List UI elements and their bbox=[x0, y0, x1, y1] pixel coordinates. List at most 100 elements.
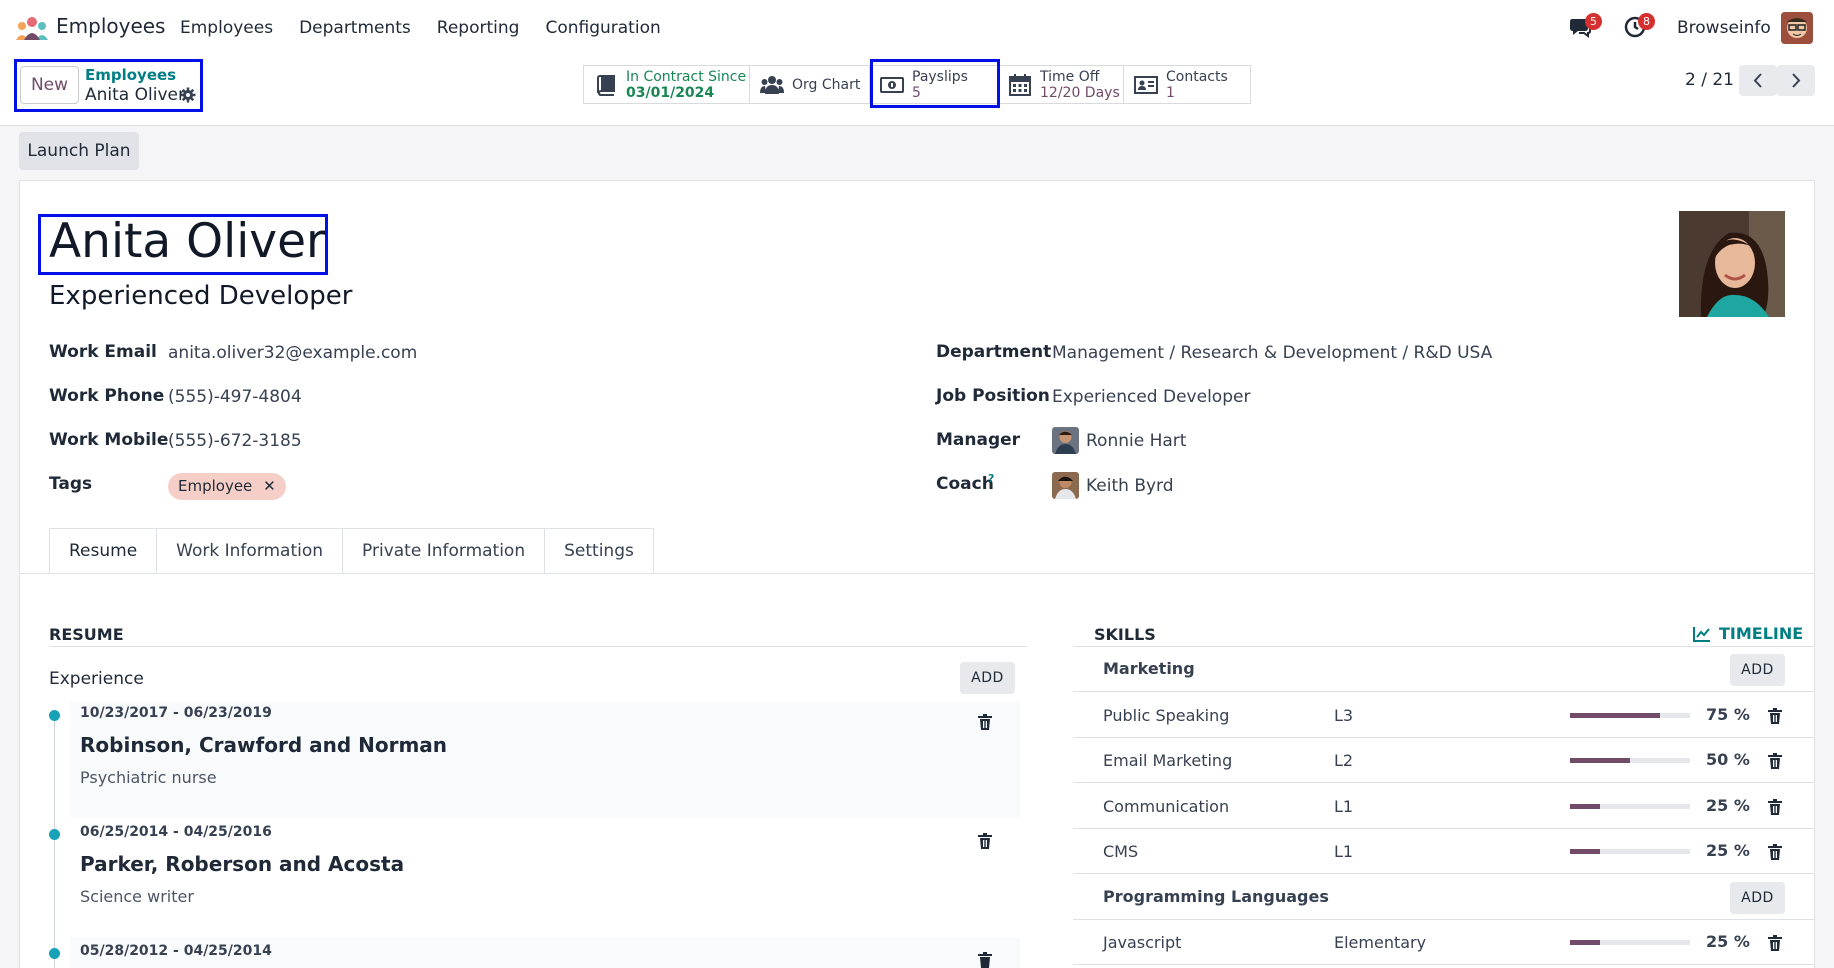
tab-work-information[interactable]: Work Information bbox=[156, 528, 344, 573]
top-navbar: Employees Employees Departments Reportin… bbox=[0, 0, 1834, 56]
resume-company: Robinson, Crawford and Norman bbox=[80, 733, 448, 757]
label-work-mobile: Work Mobile bbox=[49, 430, 169, 450]
company-switcher[interactable]: Browseinfo bbox=[1677, 18, 1771, 38]
skill-percent: 75 % bbox=[1706, 704, 1750, 724]
coach-help-icon[interactable]: ? bbox=[988, 472, 994, 485]
coach-avatar bbox=[1052, 472, 1079, 499]
skill-add-button[interactable]: ADD bbox=[1730, 654, 1785, 686]
skill-progress-bar bbox=[1570, 940, 1690, 945]
trash-icon[interactable] bbox=[978, 833, 992, 849]
work-phone-field[interactable]: (555)-497-4804 bbox=[168, 387, 302, 407]
department-field[interactable]: Management / Research & Development / R&… bbox=[1052, 343, 1492, 363]
pager-next-button[interactable] bbox=[1777, 65, 1815, 96]
tab-resume[interactable]: Resume bbox=[49, 528, 158, 573]
tab-settings[interactable]: Settings bbox=[544, 528, 654, 573]
breadcrumb-current: Anita Oliver bbox=[85, 85, 185, 105]
skill-group-name: Programming Languages bbox=[1103, 886, 1329, 906]
tab-private-information[interactable]: Private Information bbox=[342, 528, 546, 573]
work-email-field[interactable]: anita.oliver32@example.com bbox=[168, 343, 417, 363]
skills-title: SKILLS bbox=[1094, 625, 1156, 644]
time-off-button[interactable]: Time Off 12/20 Days bbox=[998, 66, 1124, 103]
skill-progress-fill bbox=[1570, 758, 1630, 763]
trash-icon[interactable] bbox=[978, 952, 992, 968]
skill-level: Elementary bbox=[1334, 933, 1427, 952]
skill-group-name: Marketing bbox=[1103, 659, 1195, 678]
gear-icon[interactable] bbox=[180, 87, 196, 103]
manager-field[interactable]: Ronnie Hart bbox=[1086, 431, 1186, 451]
skill-percent: 25 % bbox=[1706, 841, 1750, 860]
skill-level: L2 bbox=[1334, 751, 1354, 770]
user-avatar[interactable] bbox=[1781, 12, 1813, 44]
skill-progress-fill bbox=[1570, 849, 1600, 854]
timeline-button[interactable]: TIMELINE bbox=[1693, 624, 1803, 643]
skill-row[interactable] bbox=[1073, 829, 1815, 874]
trash-icon[interactable] bbox=[978, 714, 992, 730]
tabs-divider bbox=[19, 573, 1815, 574]
pager-value[interactable]: 2 / 21 bbox=[1685, 70, 1734, 90]
skill-percent: 25 % bbox=[1706, 795, 1750, 815]
coach-field[interactable]: Keith Byrd bbox=[1086, 476, 1174, 496]
trash-icon[interactable] bbox=[1768, 707, 1782, 724]
chat-badge: 5 bbox=[1585, 13, 1602, 30]
experience-label: Experience bbox=[49, 669, 144, 689]
timeline-dot bbox=[49, 829, 60, 840]
users-icon bbox=[760, 75, 784, 94]
label-department: Department bbox=[936, 342, 1052, 362]
job-title[interactable]: Experienced Developer bbox=[49, 281, 352, 311]
skill-name: Communication bbox=[1103, 796, 1230, 816]
label-manager: Manager bbox=[936, 430, 1021, 450]
skill-progress-fill bbox=[1570, 803, 1600, 809]
highlight-payslips bbox=[870, 59, 1000, 108]
trash-icon[interactable] bbox=[1768, 935, 1782, 951]
skill-name: CMS bbox=[1103, 842, 1139, 861]
app-logo-icon[interactable] bbox=[16, 16, 48, 40]
app-name[interactable]: Employees bbox=[56, 14, 165, 38]
label-tags: Tags bbox=[49, 474, 93, 494]
trash-icon[interactable] bbox=[1768, 753, 1782, 769]
menu-departments[interactable]: Departments bbox=[299, 18, 411, 38]
smart-value: 12/20 Days bbox=[1040, 84, 1120, 101]
resume-add-button[interactable]: ADD bbox=[960, 662, 1015, 694]
breadcrumb-parent[interactable]: Employees bbox=[85, 66, 176, 84]
timeline-line bbox=[54, 720, 55, 968]
skill-row[interactable] bbox=[1073, 920, 1815, 965]
form-tabs: Resume Work Information Private Informat… bbox=[49, 528, 654, 573]
skill-name: Email Marketing bbox=[1103, 751, 1233, 770]
employee-photo[interactable] bbox=[1679, 211, 1785, 317]
label-work-email: Work Email bbox=[49, 342, 157, 362]
skill-add-button[interactable]: ADD bbox=[1730, 881, 1785, 914]
resume-title: RESUME bbox=[49, 625, 124, 644]
smart-label: Contacts bbox=[1166, 68, 1228, 85]
resume-dates: 05/28/2012 - 04/25/2014 bbox=[80, 943, 272, 959]
skill-progress-bar bbox=[1570, 849, 1690, 854]
employee-name[interactable]: Anita Oliver bbox=[49, 214, 325, 269]
work-mobile-field[interactable]: (555)-672-3185 bbox=[168, 431, 302, 451]
trash-icon[interactable] bbox=[1768, 798, 1782, 815]
skill-progress-fill bbox=[1570, 712, 1660, 718]
menu-employees[interactable]: Employees bbox=[180, 18, 273, 38]
job-position-field[interactable]: Experienced Developer bbox=[1052, 387, 1250, 407]
resume-dates: 06/25/2014 - 04/25/2016 bbox=[80, 824, 272, 840]
smart-label: Org Chart bbox=[792, 76, 861, 93]
contacts-button[interactable]: Contacts 1 bbox=[1124, 66, 1250, 103]
pager-previous-button[interactable] bbox=[1739, 65, 1777, 96]
new-button[interactable]: New bbox=[20, 66, 79, 104]
tag-remove-icon[interactable]: ✕ bbox=[263, 477, 276, 495]
skill-level: L1 bbox=[1334, 796, 1354, 816]
tag-label: Employee bbox=[178, 477, 253, 495]
in-contract-since-button[interactable]: In Contract Since 03/01/2024 bbox=[584, 66, 750, 103]
tag-employee[interactable]: Employee ✕ bbox=[168, 473, 286, 500]
menu-configuration[interactable]: Configuration bbox=[545, 18, 660, 38]
activity-badge: 8 bbox=[1638, 13, 1655, 30]
address-card-icon bbox=[1134, 75, 1158, 94]
menu-reporting[interactable]: Reporting bbox=[437, 18, 520, 38]
launch-plan-button[interactable]: Launch Plan bbox=[19, 132, 139, 170]
timeline-label: TIMELINE bbox=[1719, 624, 1804, 643]
skill-level: L3 bbox=[1334, 705, 1354, 725]
skill-progress-fill bbox=[1570, 940, 1600, 945]
skill-progress-bar bbox=[1570, 712, 1690, 718]
smart-value: 1 bbox=[1166, 84, 1175, 101]
org-chart-button[interactable]: Org Chart bbox=[750, 66, 870, 103]
chevron-right-icon bbox=[1792, 73, 1801, 88]
trash-icon[interactable] bbox=[1768, 844, 1782, 860]
